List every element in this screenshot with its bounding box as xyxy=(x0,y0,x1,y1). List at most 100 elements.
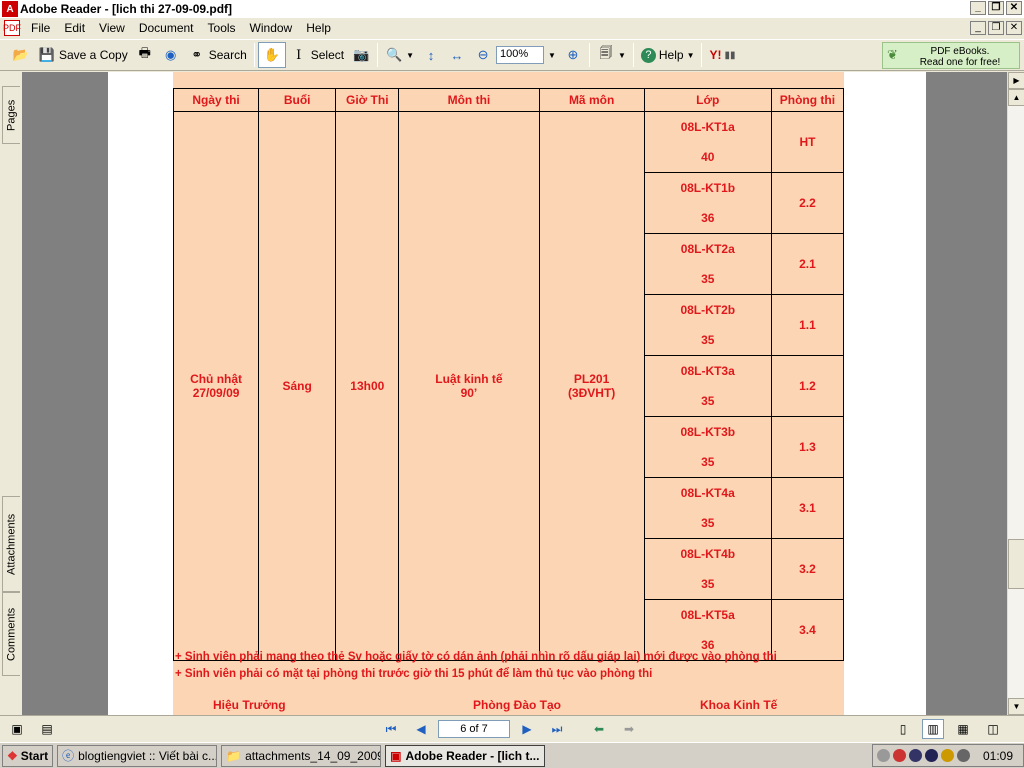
class-cell: 08L-KT4b 35 xyxy=(643,538,772,600)
windows-taskbar: ❖ Start ⓔ blogtiengviet :: Viết bài c...… xyxy=(0,742,1024,768)
rotate-dropdown-icon[interactable]: ▼ xyxy=(618,51,626,60)
tray-shield-icon[interactable] xyxy=(909,749,922,762)
tray-clock[interactable]: 01:09 xyxy=(983,749,1013,763)
navigation-pane: Pages Attachments Comments xyxy=(0,72,22,715)
header-session: Buổi xyxy=(258,88,337,112)
close-button[interactable]: ✕ xyxy=(1006,1,1022,15)
folder-icon: 📁 xyxy=(226,748,242,763)
tray-gear-icon[interactable] xyxy=(941,749,954,762)
last-page-button[interactable]: ⏭ xyxy=(546,719,568,739)
open-button[interactable]: 📂 xyxy=(8,42,34,68)
previous-view-button[interactable]: ⬅ xyxy=(588,719,610,739)
zoom-dropdown-icon[interactable]: ▼ xyxy=(548,51,556,60)
help-question-icon: ? xyxy=(640,47,656,63)
toolbar-separator xyxy=(632,43,634,67)
menu-window[interactable]: Window xyxy=(243,21,300,35)
table-header-row: Ngày thi Buổi Giờ Thi Môn thi Mã môn Lớp… xyxy=(172,88,845,112)
pdf-document-icon[interactable]: PDF xyxy=(3,20,21,36)
restore-button[interactable]: ❐ xyxy=(988,1,1004,15)
start-button[interactable]: ❖ Start xyxy=(2,744,54,767)
facing-pages-icon[interactable]: ◫ xyxy=(982,719,1004,739)
doc-close-button[interactable]: ✕ xyxy=(1006,21,1022,35)
minimize-button[interactable]: _ xyxy=(970,1,986,15)
menu-edit[interactable]: Edit xyxy=(57,21,92,35)
note-line: + Sinh viên phải có mặt tại phòng thi tr… xyxy=(175,668,653,680)
scrollbar-thumb[interactable] xyxy=(1008,539,1024,589)
fit-page-button[interactable]: ↕ xyxy=(418,42,444,68)
save-copy-button[interactable]: 💾 Save a Copy xyxy=(34,42,132,68)
scroll-up-button[interactable]: ▲ xyxy=(1008,89,1024,106)
yahoo-toolbar-button[interactable]: Y! ▮▮ xyxy=(705,42,739,68)
continuous-page-icon[interactable]: ▥ xyxy=(922,719,944,739)
menu-help[interactable]: Help xyxy=(299,21,338,35)
tab-attachments[interactable]: Attachments xyxy=(2,496,20,592)
taskbar-item-folder[interactable]: 📁 attachments_14_09_2009 xyxy=(221,744,382,767)
window-title: Adobe Reader - [lich thi 27-09-09.pdf] xyxy=(20,2,233,16)
scroll-page-up-icon[interactable]: ▶ xyxy=(1008,72,1024,89)
help-button[interactable]: ? Help ▼ xyxy=(637,42,699,68)
help-dropdown-icon[interactable]: ▼ xyxy=(687,51,695,60)
scroll-down-button[interactable]: ▼ xyxy=(1008,698,1024,715)
hand-tool-button[interactable]: ✋ xyxy=(257,42,286,68)
display-settings-icon[interactable]: ▣ xyxy=(6,719,28,739)
code-line2: (3ĐVHT) xyxy=(567,386,616,400)
signature-economics-faculty: Khoa Kinh Tế xyxy=(700,698,778,712)
rotate-view-button[interactable]: 🗐 ▼ xyxy=(593,42,630,68)
system-tray: 01:09 xyxy=(872,744,1024,767)
taskbar-item-browser[interactable]: ⓔ blogtiengviet :: Viết bài c... xyxy=(57,744,218,767)
subject-line1: Luật kinh tế xyxy=(435,372,503,386)
tray-network-icon[interactable] xyxy=(925,749,938,762)
single-page-icon[interactable]: ▯ xyxy=(892,719,914,739)
taskbar-item-adobe-reader[interactable]: ▣ Adobe Reader - [lich t... xyxy=(385,744,546,767)
doc-restore-button[interactable]: ❐ xyxy=(988,21,1004,35)
yahoo-logo-icon: Y! xyxy=(709,48,722,62)
room-cell: 2.1 xyxy=(770,233,845,295)
zoom-tool-dropdown-icon[interactable]: ▼ xyxy=(406,51,414,60)
doc-minimize-button[interactable]: _ xyxy=(970,21,986,35)
first-page-button[interactable]: ⏮ xyxy=(380,719,402,739)
note-line: + Sinh viên phải mang theo thẻ Sv hoặc g… xyxy=(175,651,777,663)
class-cell: 08L-KT1a 40 xyxy=(643,111,772,173)
next-page-button[interactable]: ▶ xyxy=(516,719,538,739)
menu-view[interactable]: View xyxy=(92,21,132,35)
tray-app-icon[interactable] xyxy=(893,749,906,762)
print-button[interactable]: 🖶 xyxy=(132,42,158,68)
zoom-input[interactable]: 100% xyxy=(496,46,545,64)
menu-tools[interactable]: Tools xyxy=(201,21,243,35)
title-bar: A Adobe Reader - [lich thi 27-09-09.pdf]… xyxy=(0,0,1024,18)
class-name: 08L-KT3b xyxy=(680,425,736,439)
tray-volume-icon[interactable] xyxy=(877,749,890,762)
menu-file[interactable]: File xyxy=(24,21,57,35)
previous-page-button[interactable]: ◀ xyxy=(410,719,432,739)
tray-clock-icon[interactable] xyxy=(957,749,970,762)
fit-width-button[interactable]: ↔ xyxy=(444,42,470,68)
email-button[interactable]: ◉ xyxy=(158,42,184,68)
pdf-ebooks-ad-button[interactable]: ❦ PDF eBooks. Read one for free! xyxy=(882,42,1020,69)
continuous-facing-icon[interactable]: ▦ xyxy=(952,719,974,739)
internet-explorer-icon: ⓔ xyxy=(62,749,75,763)
adobe-reader-icon: A xyxy=(2,1,18,17)
menu-document[interactable]: Document xyxy=(132,21,201,35)
class-cell: 08L-KT3b 35 xyxy=(643,416,772,478)
windows-logo-icon: ❖ xyxy=(7,748,18,763)
next-view-button[interactable]: ➡ xyxy=(618,719,640,739)
page-size-icon[interactable]: ▤ xyxy=(36,719,58,739)
camera-icon: 📷 xyxy=(353,47,370,62)
room-cell: 1.2 xyxy=(770,355,845,417)
select-tool-button[interactable]: Ⅰ Select xyxy=(286,42,348,68)
tab-comments[interactable]: Comments xyxy=(2,592,20,676)
class-count: 35 xyxy=(701,272,715,286)
page-number-field[interactable]: 6 of 7 xyxy=(438,720,510,738)
vertical-scrollbar[interactable]: ▶ ▲ ▼ xyxy=(1007,72,1024,715)
header-code: Mã môn xyxy=(538,88,645,112)
snapshot-button[interactable]: 📷 xyxy=(348,42,374,68)
zoom-in-button[interactable]: ⊕ xyxy=(560,42,586,68)
document-viewport[interactable]: Ngày thi Buổi Giờ Thi Môn thi Mã môn Lớp… xyxy=(22,72,1007,715)
pdf-page: Ngày thi Buổi Giờ Thi Môn thi Mã môn Lớp… xyxy=(108,72,926,715)
document-window-controls: _ ❐ ✕ xyxy=(970,21,1022,35)
zoom-tool-button[interactable]: 🔍 ▼ xyxy=(381,42,418,68)
tab-pages[interactable]: Pages xyxy=(2,86,20,144)
search-button[interactable]: ⚭ Search xyxy=(184,42,251,68)
zoom-out-button[interactable]: ⊖ xyxy=(470,42,496,68)
room-cell: 3.2 xyxy=(770,538,845,600)
